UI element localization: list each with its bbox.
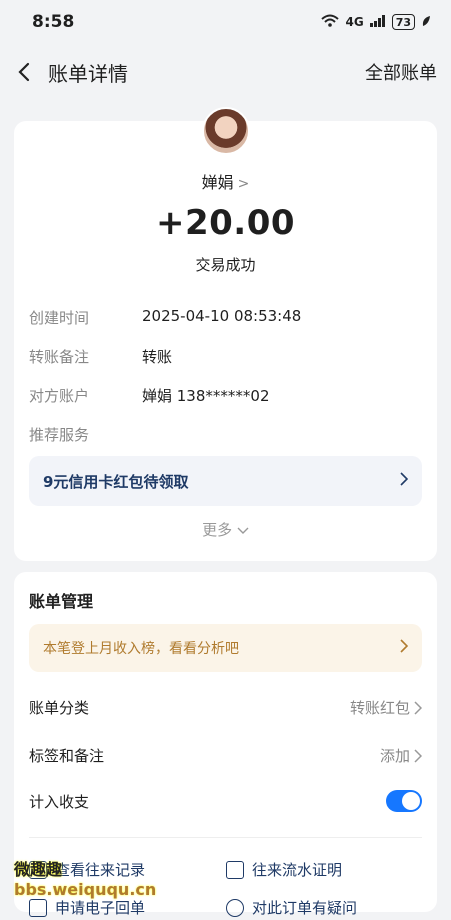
transaction-status: 交易成功 bbox=[195, 256, 256, 274]
all-bills-link[interactable]: 全部账单 bbox=[365, 59, 437, 85]
avatar[interactable] bbox=[202, 107, 250, 155]
chevron-right-icon bbox=[400, 639, 409, 657]
link-label: 申请电子回单 bbox=[55, 899, 146, 917]
status-icons: 4G 73 bbox=[321, 14, 431, 31]
detail-value: 转账 bbox=[142, 348, 173, 366]
flow-certificate-link[interactable]: 往来流水证明 bbox=[226, 859, 342, 880]
include-toggle[interactable] bbox=[386, 790, 422, 812]
leaf-icon bbox=[421, 15, 431, 30]
income-rank-banner[interactable]: 本笔登上月收入榜，看看分析吧 bbox=[29, 624, 422, 672]
include-in-stats-row: 计入收支 bbox=[29, 790, 422, 812]
battery-icon: 73 bbox=[391, 14, 415, 30]
wifi-icon bbox=[321, 14, 340, 31]
detail-recommended: 推荐服务 bbox=[29, 424, 422, 445]
nav-bar: 账单详情 全部账单 bbox=[0, 44, 451, 100]
row-label: 账单分类 bbox=[29, 699, 90, 717]
chevron-down-icon bbox=[237, 521, 249, 539]
chevron-right-icon: > bbox=[237, 176, 250, 192]
detail-label: 推荐服务 bbox=[29, 426, 90, 444]
detail-value: 2025-04-10 08:53:48 bbox=[142, 307, 302, 325]
signal-icon bbox=[369, 14, 386, 30]
question-icon bbox=[226, 898, 244, 917]
payer-row[interactable]: 婵娟 > bbox=[14, 169, 437, 193]
more-label: 更多 bbox=[202, 521, 233, 539]
transaction-card: 婵娟 > +20.00 交易成功 创建时间 2025-04-10 08:53:48… bbox=[14, 107, 437, 561]
amount: +20.00 bbox=[155, 203, 296, 243]
page-title: 账单详情 bbox=[48, 61, 128, 86]
watermark-url: bbs.weiququ.cn bbox=[14, 880, 157, 899]
section-title: 账单管理 bbox=[29, 592, 94, 611]
certificate-icon bbox=[226, 860, 244, 879]
promo-text: 9元信用卡红包待领取 bbox=[43, 472, 189, 491]
bill-category-row[interactable]: 账单分类 转账红包 bbox=[29, 697, 422, 718]
watermark: 微趣趣 bbs.weiququ.cn bbox=[14, 856, 156, 899]
divider bbox=[29, 837, 422, 838]
row-label: 标签和备注 bbox=[29, 747, 105, 765]
link-label: 对此订单有疑问 bbox=[252, 899, 358, 917]
back-icon[interactable] bbox=[14, 62, 34, 82]
payer-name: 婵娟 bbox=[201, 173, 234, 192]
row-value: 添加 bbox=[380, 745, 422, 766]
credit-card-promo[interactable]: 9元信用卡红包待领取 bbox=[29, 456, 422, 506]
more-button[interactable]: 更多 bbox=[14, 519, 437, 540]
detail-counterparty: 对方账户 婵娟 138******02 bbox=[29, 385, 422, 406]
detail-label: 创建时间 bbox=[29, 309, 90, 327]
link-label: 往来流水证明 bbox=[252, 861, 343, 879]
watermark-text: 微趣趣 bbox=[14, 860, 63, 879]
row-value: 转账红包 bbox=[350, 697, 422, 718]
status-bar: 8:58 4G 73 bbox=[0, 0, 451, 44]
detail-label: 对方账户 bbox=[29, 387, 90, 405]
add-value: 添加 bbox=[379, 747, 410, 765]
receipt-icon bbox=[29, 898, 47, 917]
network-label: 4G bbox=[345, 15, 364, 29]
detail-created-time: 创建时间 2025-04-10 08:53:48 bbox=[29, 307, 422, 328]
tags-notes-row[interactable]: 标签和备注 添加 bbox=[29, 745, 422, 766]
clock: 8:58 bbox=[32, 12, 75, 32]
detail-label: 转账备注 bbox=[29, 348, 90, 366]
detail-value: 婵娟 138******02 bbox=[142, 387, 270, 405]
order-question-link[interactable]: 对此订单有疑问 bbox=[226, 897, 357, 918]
e-receipt-link[interactable]: 申请电子回单 bbox=[29, 897, 145, 918]
category-value: 转账红包 bbox=[349, 699, 410, 717]
battery-level: 73 bbox=[395, 15, 411, 29]
row-label: 计入收支 bbox=[29, 792, 90, 811]
chevron-right-icon bbox=[400, 472, 409, 490]
chevron-right-icon bbox=[414, 700, 422, 715]
chevron-right-icon bbox=[414, 748, 422, 763]
banner-text: 本笔登上月收入榜，看看分析吧 bbox=[43, 641, 239, 657]
detail-transfer-note: 转账备注 转账 bbox=[29, 346, 422, 367]
